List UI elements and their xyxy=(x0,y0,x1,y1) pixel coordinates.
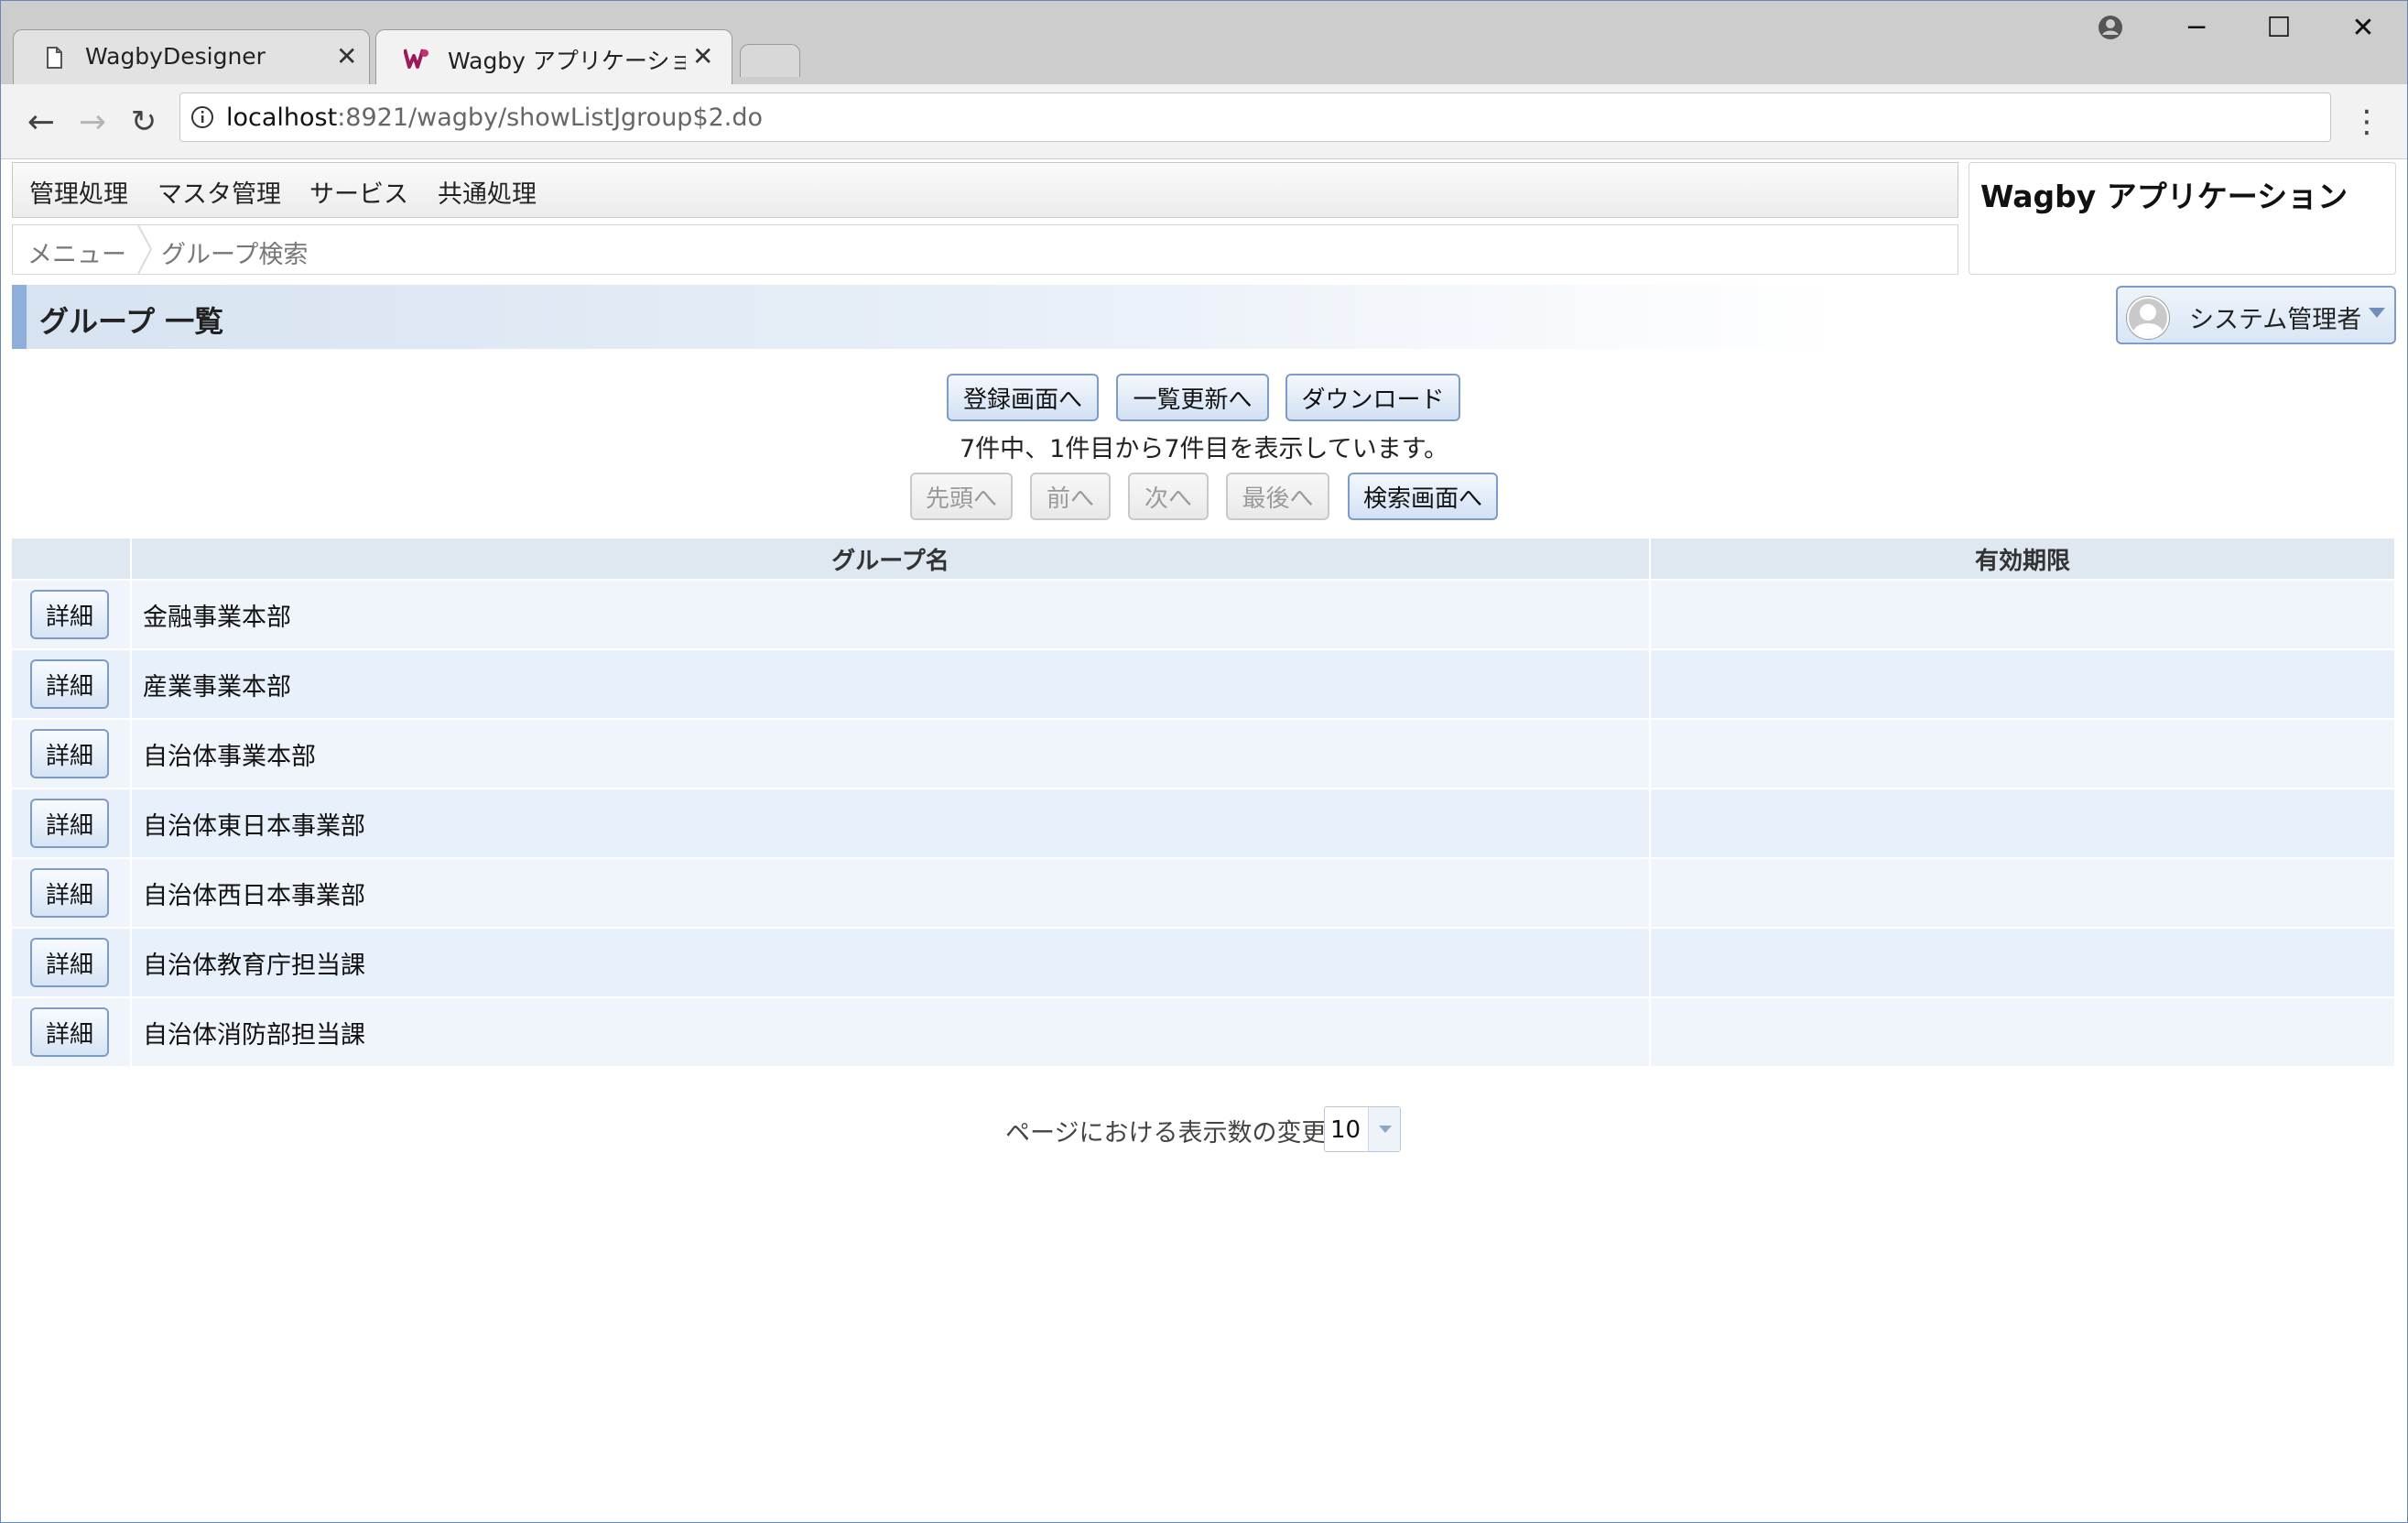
refresh-list-button[interactable]: 一覧更新へ xyxy=(1116,374,1269,421)
expiry-cell xyxy=(1650,579,2396,649)
url-host: localhost xyxy=(226,103,338,132)
column-header-action xyxy=(12,538,132,580)
wagby-logo-icon xyxy=(404,49,428,69)
group-name-cell: 自治体事業本部 xyxy=(131,718,1651,789)
menu-item-common[interactable]: 共通処理 xyxy=(438,174,537,210)
expiry-cell xyxy=(1650,996,2396,1066)
user-name: システム管理者 xyxy=(2189,306,2362,334)
prev-page-button[interactable]: 前へ xyxy=(1030,473,1111,520)
table-row: 詳細 自治体東日本事業部 xyxy=(12,788,2396,858)
main-menu-bar: 管理処理 マスタ管理 サービス 共通処理 xyxy=(12,162,1958,218)
url-path: :8921/wagby/showListJgroup$2.do xyxy=(337,103,764,132)
group-name-cell: 自治体西日本事業部 xyxy=(131,857,1651,928)
browser-tab-strip: WagbyDesigner ✕ Wagby アプリケーション グル ✕ ─ ☐ … xyxy=(0,0,2408,84)
table-row: 詳細 自治体教育庁担当課 xyxy=(12,927,2396,997)
document-icon xyxy=(47,47,62,69)
maximize-icon[interactable]: ☐ xyxy=(2238,0,2320,55)
close-icon[interactable]: ✕ xyxy=(336,41,357,71)
column-header-group-name[interactable]: グループ名 xyxy=(131,538,1651,580)
menu-item-service[interactable]: サービス xyxy=(309,174,408,210)
search-screen-button[interactable]: 検索画面へ xyxy=(1348,473,1498,520)
detail-button[interactable]: 詳細 xyxy=(30,938,109,987)
profile-icon[interactable] xyxy=(2069,0,2152,55)
url-text: localhost:8921/wagby/showListJgroup$2.do xyxy=(226,103,763,132)
tab-title: WagbyDesigner xyxy=(85,43,266,70)
download-button[interactable]: ダウンロード xyxy=(1285,374,1460,421)
breadcrumb: メニュー グループ検索 xyxy=(12,224,1958,275)
page-size-value: 10 xyxy=(1330,1116,1361,1144)
user-menu-button[interactable]: システム管理者 xyxy=(2116,286,2396,344)
column-header-expiry[interactable]: 有効期限 xyxy=(1650,538,2396,580)
expiry-cell xyxy=(1650,718,2396,789)
expiry-cell xyxy=(1650,927,2396,997)
detail-button[interactable]: 詳細 xyxy=(30,729,109,778)
table-row: 詳細 産業事業本部 xyxy=(12,648,2396,719)
back-arrow-icon[interactable]: ← xyxy=(18,99,64,145)
chevron-down-icon[interactable] xyxy=(1368,1107,1400,1151)
table-row: 詳細 自治体事業本部 xyxy=(12,718,2396,789)
chevron-down-icon xyxy=(2369,308,2385,318)
table-row: 詳細 自治体消防部担当課 xyxy=(12,996,2396,1066)
last-page-button[interactable]: 最後へ xyxy=(1226,473,1329,520)
result-count-text: 7件中、1件目から7件目を表示しています。 xyxy=(959,435,1449,463)
reload-icon[interactable]: ↻ xyxy=(121,99,167,145)
tab-title: Wagby アプリケーション グル xyxy=(448,48,686,74)
breadcrumb-current: グループ検索 xyxy=(161,241,309,269)
info-icon[interactable] xyxy=(190,104,215,130)
app-title-box: Wagby アプリケーション xyxy=(1969,162,2396,275)
table-row: 詳細 自治体西日本事業部 xyxy=(12,857,2396,928)
group-name-cell: 自治体東日本事業部 xyxy=(131,788,1651,858)
group-name-cell: 自治体教育庁担当課 xyxy=(131,927,1651,997)
expiry-cell xyxy=(1650,788,2396,858)
menu-item-admin[interactable]: 管理処理 xyxy=(29,174,128,210)
page-size-select[interactable]: 10 xyxy=(1324,1106,1401,1152)
detail-button[interactable]: 詳細 xyxy=(30,659,109,709)
more-icon[interactable]: ⋮ xyxy=(2344,99,2390,145)
app-title: Wagby アプリケーション xyxy=(1980,179,2348,214)
next-page-button[interactable]: 次へ xyxy=(1128,473,1209,520)
expiry-cell xyxy=(1650,648,2396,719)
breadcrumb-separator-icon xyxy=(137,225,153,274)
page-header: グループ 一覧 xyxy=(12,285,1843,349)
breadcrumb-menu-link[interactable]: メニュー xyxy=(27,234,126,270)
tab-wagby-application[interactable]: Wagby アプリケーション グル ✕ xyxy=(375,29,732,84)
detail-button[interactable]: 詳細 xyxy=(30,590,109,639)
first-page-button[interactable]: 先頭へ xyxy=(910,473,1013,520)
table-row: 詳細 金融事業本部 xyxy=(12,579,2396,649)
forward-arrow-icon[interactable]: → xyxy=(70,99,115,145)
detail-button[interactable]: 詳細 xyxy=(30,1007,109,1057)
close-icon[interactable]: ✕ xyxy=(692,41,713,71)
group-name-cell: 産業事業本部 xyxy=(131,648,1651,719)
minimize-icon[interactable]: ─ xyxy=(2155,0,2238,55)
group-name-cell: 自治体消防部担当課 xyxy=(131,996,1651,1066)
address-bar[interactable]: localhost:8921/wagby/showListJgroup$2.do xyxy=(179,92,2331,142)
expiry-cell xyxy=(1650,857,2396,928)
detail-button[interactable]: 詳細 xyxy=(30,799,109,848)
group-list-table: グループ名 有効期限 詳細 金融事業本部 詳細 産業事業本部 詳細 自治体事業本… xyxy=(12,538,2396,1066)
close-window-icon[interactable]: ✕ xyxy=(2322,0,2404,55)
page-size-label: ページにおける表示数の変更 xyxy=(1005,1119,1327,1148)
tab-wagbydesigner[interactable]: WagbyDesigner ✕ xyxy=(13,29,370,84)
register-button[interactable]: 登録画面へ xyxy=(947,374,1099,421)
group-name-cell: 金融事業本部 xyxy=(131,579,1651,649)
new-tab-button[interactable] xyxy=(740,44,800,77)
page-title: グループ 一覧 xyxy=(39,304,224,339)
table-header-row: グループ名 有効期限 xyxy=(12,538,2396,580)
menu-item-master[interactable]: マスタ管理 xyxy=(157,174,281,210)
detail-button[interactable]: 詳細 xyxy=(30,868,109,918)
avatar xyxy=(2127,297,2169,339)
